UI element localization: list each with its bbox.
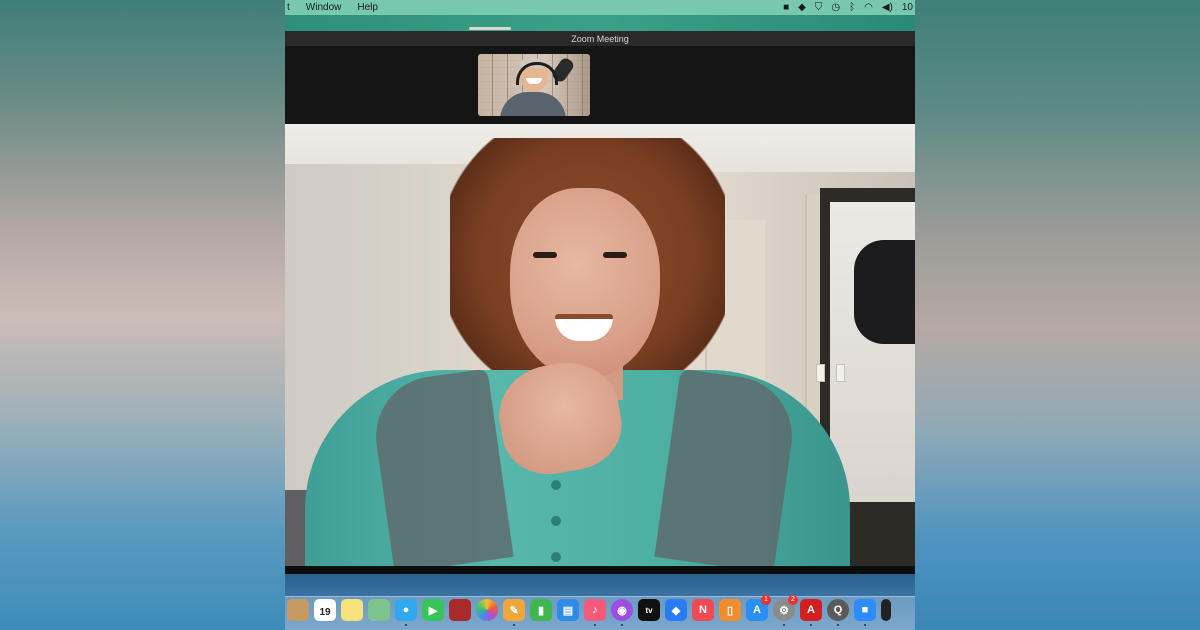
pages-icon[interactable]: ✎ [503,599,525,626]
contacts-icon[interactable] [287,599,309,621]
maps-icon[interactable] [368,599,390,621]
desktop-strip [285,15,915,31]
wifi-icon[interactable]: ◠ [864,0,873,15]
volume-icon[interactable]: ◀) [882,0,893,15]
running-indicator [621,624,623,626]
running-indicator [513,624,515,626]
notes-icon[interactable] [341,599,363,621]
screen: t Window Help ■ ◆ ⛉ ◷ ᛒ ◠ ◀) 10 Zoom Mee… [285,0,915,630]
participant-strip [285,46,915,124]
bluetooth-icon[interactable]: ᛒ [849,0,855,15]
clock[interactable]: 10 [902,0,913,15]
menu-item-help[interactable]: Help [357,2,378,13]
video-bottom-bar [285,566,915,574]
speaker [285,124,915,566]
podcasts-icon[interactable]: ◉ [611,599,633,626]
desktop-background-right [915,0,1200,630]
calendar-icon[interactable]: 19 [314,599,336,621]
window-drag-handle[interactable] [469,27,511,30]
numbers-icon[interactable]: ▮ [530,599,552,621]
terminal-icon[interactable] [881,599,891,621]
menu-item-window[interactable]: Window [306,2,342,13]
speaker-eye [533,252,557,258]
zoom-icon[interactable]: ■ [854,599,876,626]
running-indicator [810,624,812,626]
books-icon[interactable]: ▯ [719,599,741,621]
calendar-day: 19 [319,606,331,618]
apple-tv-label: tv [645,605,653,615]
shirt-button [551,552,561,562]
photos-icon[interactable] [476,599,498,621]
shirt-sleeve-right [654,368,800,566]
speaker-face [510,188,660,378]
shield-icon[interactable]: ⛉ [815,0,823,15]
running-indicator [783,624,785,626]
quicktime-icon[interactable]: Q [827,599,849,626]
main-video[interactable] [285,124,915,566]
running-indicator [837,624,839,626]
desktop-background-left [0,0,285,630]
time-machine-icon[interactable]: ◷ [831,0,840,15]
dock: 19 ● ▶ ✎ ▮ ▤ ♪ ◉ tv ◆ N ▯ A1 ⚙ 2 A Q ■ [285,574,915,630]
messages-icon[interactable]: ● [395,599,417,626]
facetime-icon[interactable]: ■ [783,0,789,15]
photo-booth-icon[interactable] [449,599,471,621]
window-title: Zoom Meeting [285,31,915,47]
participant-thumbnail[interactable] [478,54,590,116]
acrobat-icon[interactable]: A [800,599,822,626]
system-preferences-badge: 2 [788,595,798,605]
news-icon[interactable]: N [692,599,714,621]
menu-bar: t Window Help ■ ◆ ⛉ ◷ ᛒ ◠ ◀) 10 [285,0,915,15]
running-indicator [864,624,866,626]
shirt-button [551,516,561,526]
keynote-icon[interactable]: ▤ [557,599,579,621]
dock-icons: 19 ● ▶ ✎ ▮ ▤ ♪ ◉ tv ◆ N ▯ A1 ⚙ 2 A Q ■ [287,595,891,626]
speaker-eye [603,252,627,258]
facetime-icon[interactable]: ▶ [422,599,444,621]
app-store-badge: 1 [761,595,771,605]
dropbox-icon[interactable]: ◆ [665,599,687,621]
running-indicator [594,624,596,626]
apple-tv-icon[interactable]: tv [638,599,660,621]
system-preferences-icon[interactable]: ⚙ 2 [773,595,798,626]
running-indicator [405,624,407,626]
shirt-button [551,480,561,490]
dropbox-icon[interactable]: ◆ [798,0,806,15]
app-store-icon[interactable]: A1 [746,595,771,621]
menu-item-partial[interactable]: t [287,2,290,13]
music-icon[interactable]: ♪ [584,599,606,626]
